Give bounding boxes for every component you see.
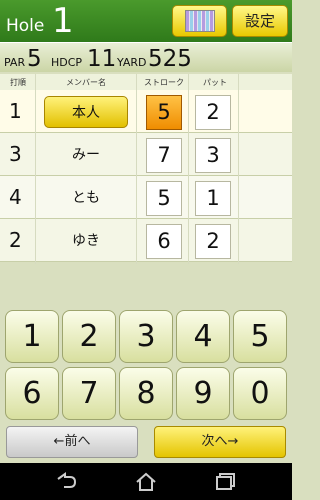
scorecard-grid-icon <box>185 10 215 32</box>
top-header: Hole 1 設定 <box>0 0 292 42</box>
number-keypad: 1 2 3 4 5 6 7 8 9 0 <box>0 306 292 424</box>
yard-label: YARD <box>117 56 147 69</box>
next-hole-button[interactable]: 次へ→ <box>154 426 286 458</box>
key-4[interactable]: 4 <box>176 310 230 363</box>
player-row[interactable]: 4 とも 5 1 <box>0 176 292 219</box>
key-6[interactable]: 6 <box>5 367 59 420</box>
recent-apps-icon[interactable] <box>215 472 237 490</box>
back-icon[interactable] <box>55 472 77 490</box>
player-row[interactable]: 1 本人 5 2 <box>0 90 292 133</box>
key-7[interactable]: 7 <box>62 367 116 420</box>
previous-hole-button[interactable]: ←前へ <box>6 426 138 458</box>
hdcp-label: HDCP <box>51 56 83 69</box>
key-0[interactable]: 0 <box>233 367 287 420</box>
settings-button[interactable]: 設定 <box>232 5 288 37</box>
key-1[interactable]: 1 <box>5 310 59 363</box>
column-divider <box>238 74 239 264</box>
player-row[interactable]: 2 ゆき 6 2 <box>0 219 292 262</box>
key-5[interactable]: 5 <box>233 310 287 363</box>
putt-cell[interactable]: 1 <box>195 181 231 216</box>
yard-value: 525 <box>148 46 192 72</box>
hole-info-bar: PAR 5 HDCP 11 YARD 525 <box>0 42 292 72</box>
key-9[interactable]: 9 <box>176 367 230 420</box>
stroke-cell[interactable]: 6 <box>146 224 182 259</box>
column-divider <box>188 74 189 264</box>
hole-label: Hole <box>6 16 45 36</box>
column-putt: パット <box>203 78 227 87</box>
stroke-cell[interactable]: 5 <box>146 181 182 216</box>
player-row[interactable]: 3 みー 7 3 <box>0 133 292 176</box>
key-8[interactable]: 8 <box>119 367 173 420</box>
column-divider <box>35 74 36 264</box>
stroke-cell[interactable]: 5 <box>146 95 182 130</box>
column-order: 打順 <box>10 78 26 87</box>
score-table-header: 打順 メンバー名 ストローク パット <box>0 74 292 90</box>
play-order: 2 <box>9 228 22 252</box>
system-navigation-bar <box>0 463 292 500</box>
home-icon[interactable] <box>135 472 157 492</box>
putt-cell[interactable]: 2 <box>195 95 231 130</box>
player-name-button[interactable]: 本人 <box>44 96 128 128</box>
play-order: 3 <box>9 142 22 166</box>
play-order: 1 <box>9 99 22 123</box>
column-stroke: ストローク <box>144 78 184 87</box>
putt-cell[interactable]: 2 <box>195 224 231 259</box>
hdcp-value: 11 <box>87 46 117 72</box>
play-order: 4 <box>9 185 22 209</box>
key-3[interactable]: 3 <box>119 310 173 363</box>
hole-number: 1 <box>52 1 74 41</box>
column-divider <box>136 74 137 264</box>
player-name-button[interactable]: みー <box>44 139 128 171</box>
key-2[interactable]: 2 <box>62 310 116 363</box>
column-member: メンバー名 <box>66 78 106 87</box>
scorecard-grid-button[interactable] <box>172 5 227 37</box>
stroke-cell[interactable]: 7 <box>146 138 182 173</box>
par-label: PAR <box>4 56 26 69</box>
player-name-button[interactable]: とも <box>44 182 128 214</box>
par-value: 5 <box>27 46 42 72</box>
player-name-button[interactable]: ゆき <box>44 225 128 257</box>
putt-cell[interactable]: 3 <box>195 138 231 173</box>
